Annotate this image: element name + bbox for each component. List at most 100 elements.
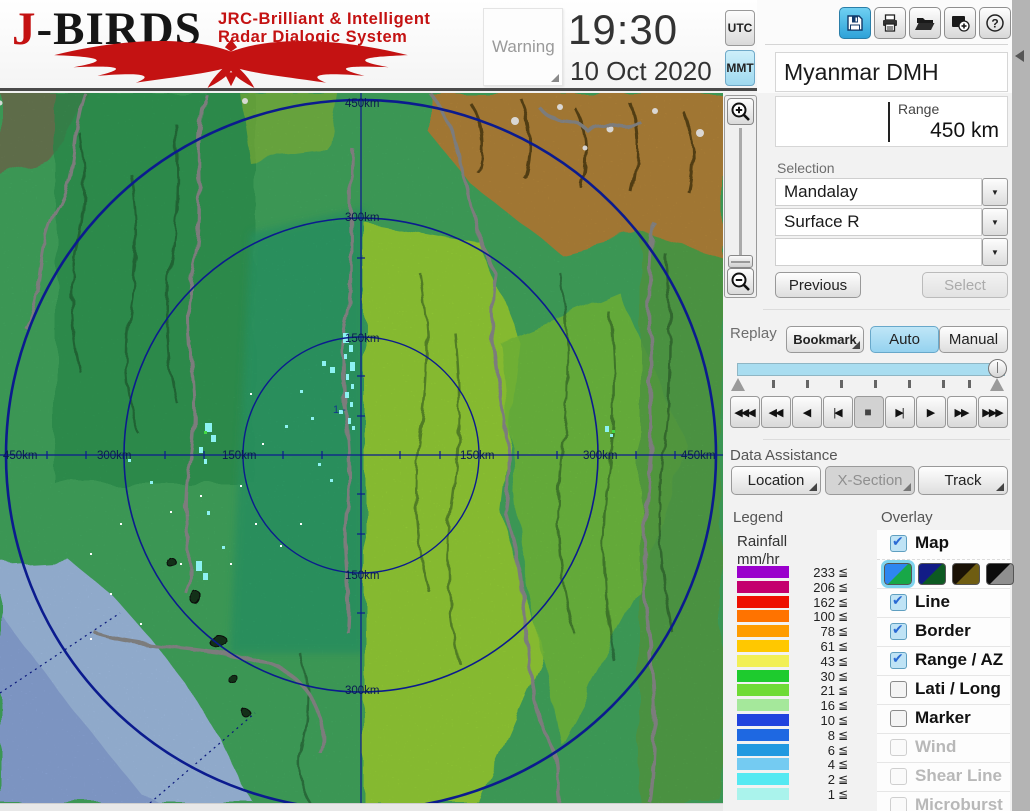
shear-line-checkbox[interactable] <box>890 768 907 785</box>
legend-swatch <box>737 743 789 756</box>
product-dropdown-button[interactable]: ▼ <box>982 208 1008 236</box>
replay-tick <box>908 380 911 388</box>
legend-value: 2 <box>827 772 835 788</box>
map-checkbox[interactable] <box>890 533 907 552</box>
legend-swatch <box>737 580 789 593</box>
zoom-slider-thumb[interactable] <box>728 255 753 268</box>
marker-checkbox[interactable] <box>890 710 907 727</box>
jbirds-app: J-BIRDS JRC-Brilliant & Intelligent Rada… <box>0 0 1030 811</box>
product-dropdown[interactable]: Surface R <box>775 208 982 236</box>
legend-entry: 8 ≦ <box>737 728 867 743</box>
open-folder-button[interactable] <box>909 7 941 39</box>
stop-button[interactable]: ■ <box>854 396 884 428</box>
rewind-button[interactable]: ◀◀ <box>761 396 791 428</box>
svg-text:150km: 150km <box>345 333 380 345</box>
legend-swatch <box>737 684 789 697</box>
select-button[interactable]: Select <box>922 272 1008 298</box>
site-dropdown-button[interactable]: ▼ <box>982 178 1008 206</box>
step-forward-button[interactable]: ▶| <box>885 396 915 428</box>
replay-start-marker[interactable] <box>731 378 745 391</box>
svg-text:300km: 300km <box>345 212 380 224</box>
lati-long-checkbox[interactable] <box>890 681 907 698</box>
warning-button[interactable]: Warning <box>483 8 563 86</box>
legend-lte-symbol: ≦ <box>838 594 849 609</box>
fast-forward-button[interactable]: ▶▶ <box>947 396 977 428</box>
auto-button[interactable]: Auto <box>870 326 939 353</box>
site-dropdown-value: Mandalay <box>784 182 858 201</box>
replay-slider-thumb[interactable] <box>988 359 1007 378</box>
replay-end-marker[interactable] <box>990 378 1004 391</box>
play-backward-button[interactable]: ◀ <box>792 396 822 428</box>
overlay-row-range-az[interactable]: Range / AZ <box>877 646 1010 675</box>
print-icon <box>883 14 897 32</box>
manual-button[interactable]: Manual <box>939 326 1008 353</box>
utc-button[interactable]: UTC <box>725 10 755 46</box>
overlay-row-lati-long[interactable]: Lati / Long <box>877 675 1010 704</box>
legend-value: 206 <box>813 579 835 595</box>
header-divider <box>0 88 757 91</box>
help-button[interactable]: ? <box>979 7 1011 39</box>
overlay-row-wind[interactable]: Wind <box>877 733 1010 762</box>
overlay-row-line[interactable]: Line <box>877 588 1010 617</box>
svg-text:300km: 300km <box>97 450 132 462</box>
replay-progress-track[interactable] <box>737 363 1005 376</box>
previous-button[interactable]: Previous <box>775 272 861 298</box>
map-style-1[interactable] <box>881 560 915 588</box>
location-button[interactable]: Location <box>731 466 821 495</box>
fast-forward-3-button[interactable]: ▶▶▶ <box>978 396 1008 428</box>
overlay-row-border[interactable]: Border <box>877 617 1010 646</box>
legend-lte-symbol: ≦ <box>838 757 849 772</box>
location-label: Location <box>747 472 805 489</box>
play-button[interactable]: ▶ <box>916 396 946 428</box>
header-bar: J-BIRDS JRC-Brilliant & Intelligent Rada… <box>0 0 757 90</box>
line-checkbox[interactable] <box>890 592 907 611</box>
chevron-down-icon: ▼ <box>991 187 999 197</box>
overlay-row-shear-line[interactable]: Shear Line <box>877 762 1010 791</box>
xsection-label: X-Section <box>837 472 903 489</box>
border-checkbox[interactable] <box>890 621 907 640</box>
legend-entry: 16 ≦ <box>737 698 867 713</box>
option-dropdown-button[interactable]: ▼ <box>982 238 1008 266</box>
zoom-out-button[interactable] <box>727 268 754 295</box>
map-style-3[interactable] <box>952 563 980 585</box>
add-capture-button[interactable] <box>944 7 976 39</box>
rewind-fast-button[interactable]: ◀◀◀ <box>730 396 760 428</box>
wind-checkbox[interactable] <box>890 739 907 756</box>
xsection-button[interactable]: X-Section <box>825 466 915 495</box>
print-button[interactable] <box>874 7 906 39</box>
range-label: Range <box>898 101 940 117</box>
radar-map[interactable]: 1 - 450km 300km 150km 150km 300km 450km … <box>0 91 723 811</box>
zoom-in-button[interactable] <box>727 98 754 125</box>
svg-text:450km: 450km <box>345 98 380 110</box>
option-dropdown[interactable] <box>775 238 982 266</box>
legend-lte-symbol: ≦ <box>838 742 849 757</box>
overlay-row-marker[interactable]: Marker <box>877 704 1010 733</box>
track-label: Track <box>944 472 982 489</box>
chevron-down-icon: ▼ <box>991 217 999 227</box>
mmt-button[interactable]: MMT <box>725 50 755 86</box>
save-button[interactable] <box>839 7 871 39</box>
collapse-arrow-icon[interactable] <box>1015 50 1024 62</box>
map-style-4[interactable] <box>986 563 1014 585</box>
legend-entry: 100 ≦ <box>737 609 867 624</box>
map-style-2[interactable] <box>918 563 946 585</box>
svg-text:150km: 150km <box>222 450 257 462</box>
legend-swatch <box>737 714 789 726</box>
legend-lte-symbol: ≦ <box>838 565 849 579</box>
step-back-button[interactable]: |◀ <box>823 396 853 428</box>
site-dropdown[interactable]: Mandalay <box>775 178 982 206</box>
legend-value: 78 <box>820 624 835 640</box>
legend-swatch <box>737 610 789 623</box>
overlay-row-microburst[interactable]: Microburst <box>877 791 1010 811</box>
legend-value: 61 <box>820 639 835 654</box>
track-button[interactable]: Track <box>918 466 1008 495</box>
panel-collapse-strip[interactable] <box>1012 0 1030 811</box>
range-az-checkbox[interactable] <box>890 650 907 669</box>
microburst-checkbox[interactable] <box>890 797 907 811</box>
zoom-slider-track[interactable] <box>739 128 742 268</box>
legend-label: Legend <box>733 509 784 526</box>
overlay-row-map[interactable]: Map <box>877 530 1010 559</box>
bookmark-button[interactable]: Bookmark <box>786 326 864 353</box>
center-marker-text: 1 - <box>333 404 346 416</box>
chevron-down-icon: ▼ <box>991 247 999 257</box>
